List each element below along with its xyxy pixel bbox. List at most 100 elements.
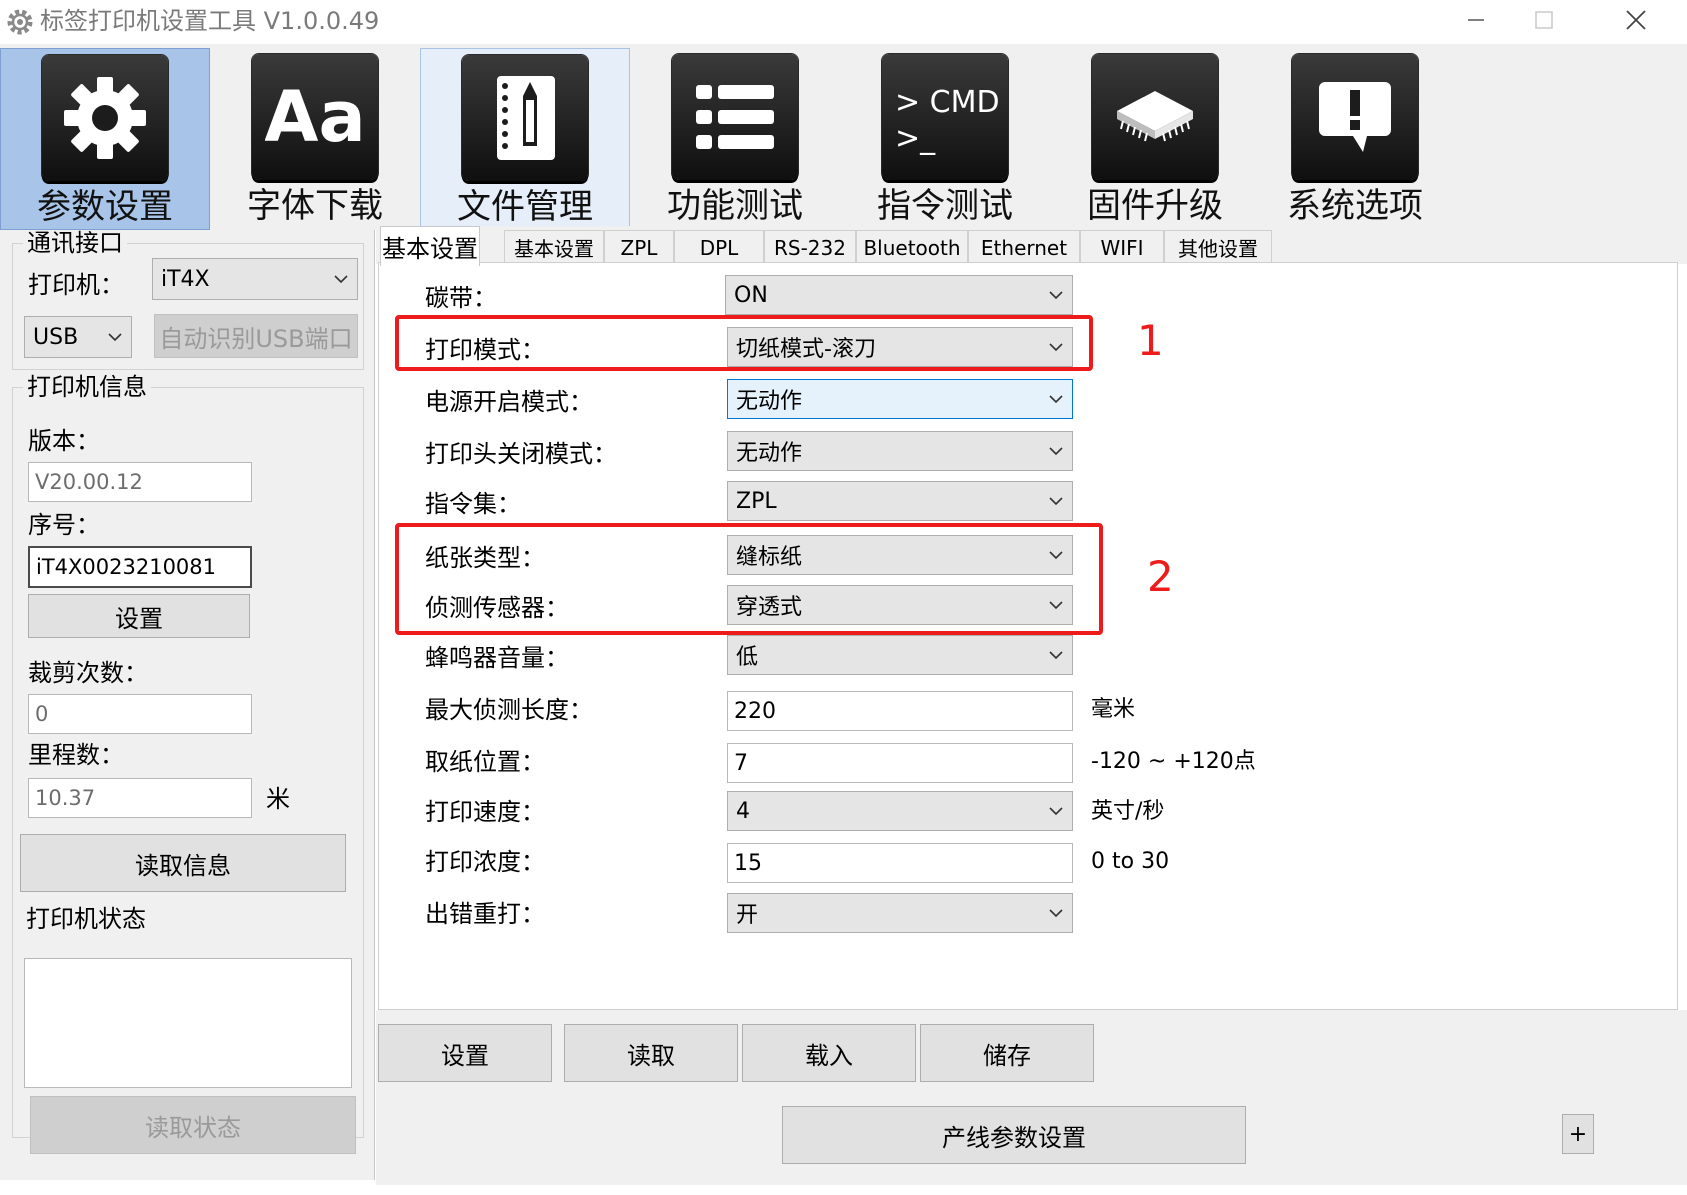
main-toolbar: 参数设置 Aa 字体下载 文件管理 功能测试 > CMD >_ 指令测试 固件升… <box>0 44 1687 230</box>
tab-basic-settings-active[interactable]: 基本设置 <box>380 226 480 266</box>
tab-rs232[interactable]: RS-232 <box>764 230 856 264</box>
command-set-select[interactable]: ZPL <box>727 481 1073 521</box>
mileage-field[interactable]: 10.37 <box>28 778 252 818</box>
max-detect-length-input[interactable]: 220 <box>727 691 1073 731</box>
cut-count-field[interactable]: 0 <box>28 694 252 734</box>
cmd-icon: > CMD >_ <box>882 54 1008 180</box>
head-close-mode-value: 无动作 <box>736 441 803 466</box>
toolbar-params-button[interactable]: 参数设置 <box>0 48 210 230</box>
list-icon <box>672 54 798 180</box>
ribbon-value: ON <box>734 282 768 308</box>
toolbar-label: 功能测试 <box>667 186 803 226</box>
print-density-range: 0 to 30 <box>1091 849 1170 874</box>
version-field[interactable]: V20.00.12 <box>28 462 252 502</box>
command-set-label: 指令集： <box>425 490 521 518</box>
toolbar-firmware-upgrade-button[interactable]: 固件升级 <box>1050 48 1260 230</box>
power-on-mode-label: 电源开启模式： <box>425 388 593 416</box>
set-button[interactable]: 设置 <box>378 1024 552 1082</box>
tab-zpl[interactable]: ZPL <box>604 230 674 264</box>
feed-position-input[interactable]: 7 <box>727 743 1073 783</box>
power-on-mode-value: 无动作 <box>736 389 803 414</box>
print-speed-select[interactable]: 4 <box>727 791 1073 831</box>
toolbar-font-download-button[interactable]: Aa 字体下载 <box>210 48 420 230</box>
maximize-button[interactable] <box>1514 0 1574 40</box>
tab-ethernet[interactable]: Ethernet <box>968 230 1080 264</box>
app-gear-icon <box>7 9 33 35</box>
head-close-mode-select[interactable]: 无动作 <box>727 431 1073 471</box>
toolbar-system-options-button[interactable]: 系统选项 <box>1250 48 1460 230</box>
print-speed-unit: 英寸/秒 <box>1091 799 1165 824</box>
chevron-down-icon <box>1049 651 1063 660</box>
chip-icon <box>1092 54 1218 180</box>
chevron-down-icon <box>334 275 348 284</box>
cut-count-label: 裁剪次数： <box>28 659 148 687</box>
toolbar-label: 文件管理 <box>457 187 593 227</box>
minimize-button[interactable] <box>1446 0 1506 40</box>
mileage-label: 里程数： <box>28 741 124 769</box>
comm-legend: 通讯接口 <box>27 229 123 257</box>
tab-dpl[interactable]: DPL <box>674 230 764 264</box>
tab-other-settings[interactable]: 其他设置 <box>1164 230 1272 264</box>
serial-field[interactable]: iT4X0023210081 <box>28 546 252 588</box>
gear-icon <box>42 55 168 181</box>
error-reprint-label: 出错重打： <box>425 900 545 928</box>
cmd-text: > CMD <box>895 85 1000 120</box>
annotation-box-2 <box>395 523 1103 635</box>
max-detect-length-unit: 毫米 <box>1091 697 1136 722</box>
mileage-unit: 米 <box>266 785 290 813</box>
chevron-down-icon <box>108 333 122 342</box>
buzzer-volume-select[interactable]: 低 <box>727 635 1073 675</box>
close-button[interactable] <box>1606 0 1666 40</box>
save-button[interactable]: 储存 <box>920 1024 1094 1082</box>
feed-position-label: 取纸位置： <box>425 748 545 776</box>
tab-basic-settings[interactable]: 基本设置 <box>504 230 604 264</box>
toolbar-function-test-button[interactable]: 功能测试 <box>630 48 840 230</box>
expand-button[interactable]: + <box>1562 1114 1594 1154</box>
port-value: USB <box>33 324 79 350</box>
printer-select[interactable]: iT4X <box>152 258 358 300</box>
printer-value: iT4X <box>161 266 210 292</box>
toolbar-file-manager-button[interactable]: 文件管理 <box>420 48 630 230</box>
window-title: 标签打印机设置工具 V1.0.0.49 <box>40 7 380 35</box>
svg-text:Aa: Aa <box>265 77 365 157</box>
toolbar-command-test-button[interactable]: > CMD >_ 指令测试 <box>840 48 1050 230</box>
port-select[interactable]: USB <box>24 316 132 358</box>
print-density-input[interactable]: 15 <box>727 843 1073 883</box>
annotation-number-2: 2 <box>1147 552 1174 601</box>
chevron-down-icon <box>1049 807 1063 816</box>
load-button[interactable]: 载入 <box>742 1024 916 1082</box>
printer-status-textarea[interactable] <box>24 958 352 1088</box>
toolbar-label: 固件升级 <box>1087 186 1223 226</box>
buzzer-volume-value: 低 <box>736 645 759 670</box>
minimize-icon <box>1468 19 1484 21</box>
buzzer-volume-label: 蜂鸣器音量： <box>425 644 569 672</box>
version-label: 版本： <box>28 427 100 455</box>
toolbar-label: 指令测试 <box>877 186 1013 226</box>
chevron-down-icon <box>1049 291 1063 300</box>
printer-label: 打印机： <box>28 271 124 299</box>
status-legend: 打印机状态 <box>26 905 146 933</box>
head-close-mode-label: 打印头关闭模式： <box>425 440 617 468</box>
tab-bluetooth[interactable]: Bluetooth <box>856 230 968 264</box>
ribbon-label: 碳带： <box>425 284 497 312</box>
bottom-actions: 设置 读取 载入 储存 产线参数设置 + <box>376 1010 1687 1185</box>
title-bar: 标签打印机设置工具 V1.0.0.49 <box>0 0 1687 44</box>
svg-text:>_: >_ <box>895 121 936 156</box>
read-status-button[interactable]: 读取状态 <box>30 1096 356 1154</box>
set-serial-button[interactable]: 设置 <box>28 594 250 638</box>
command-set-value: ZPL <box>736 488 777 514</box>
ribbon-select[interactable]: ON <box>725 275 1073 315</box>
serial-label: 序号： <box>28 511 100 539</box>
read-button[interactable]: 读取 <box>564 1024 738 1082</box>
read-info-button[interactable]: 读取信息 <box>20 834 346 892</box>
power-on-mode-select[interactable]: 无动作 <box>727 379 1073 419</box>
toolbar-label: 系统选项 <box>1287 186 1423 226</box>
error-reprint-select[interactable]: 开 <box>727 893 1073 933</box>
production-line-settings-button[interactable]: 产线参数设置 <box>782 1106 1246 1164</box>
close-icon <box>1626 10 1646 30</box>
chevron-down-icon <box>1049 909 1063 918</box>
auto-detect-usb-button[interactable]: 自动识别USB端口 <box>154 314 358 358</box>
annotation-box-1 <box>395 315 1093 371</box>
font-icon: Aa <box>252 54 378 180</box>
tab-wifi[interactable]: WIFI <box>1080 230 1164 264</box>
